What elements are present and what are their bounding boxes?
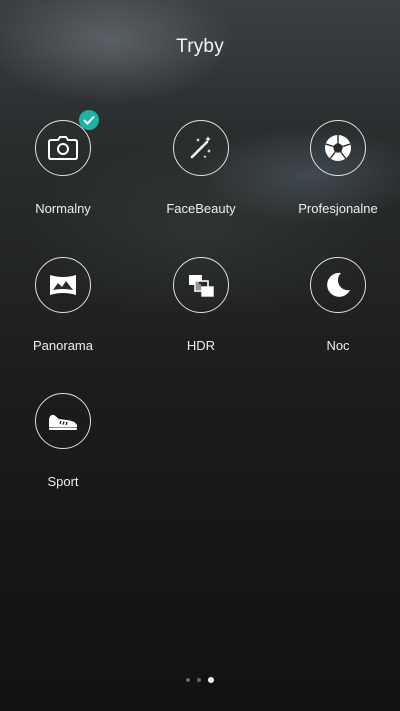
mode-facebeauty-button[interactable] — [173, 120, 229, 176]
mode-label: HDR — [186, 338, 216, 353]
mode-label: Noc — [326, 338, 350, 353]
mode-hdr-button[interactable] — [173, 257, 229, 313]
mode-panorama[interactable]: Panorama — [3, 257, 123, 367]
mode-label: Normalny — [35, 201, 91, 216]
mode-sport-button[interactable] — [35, 393, 91, 449]
mode-profesjonalne[interactable]: Profesjonalne — [278, 120, 398, 230]
moon-icon — [327, 272, 350, 297]
page-title: Tryby — [176, 36, 224, 57]
mode-noc[interactable]: Noc — [278, 257, 398, 367]
mode-normalny[interactable]: Normalny — [3, 110, 123, 230]
mode-label: Panorama — [33, 338, 93, 353]
page-indicator — [0, 677, 400, 683]
page-dot-active[interactable] — [208, 677, 214, 683]
aperture-icon — [325, 135, 351, 161]
magic-wand-icon — [190, 136, 211, 159]
hdr-icon — [189, 275, 214, 297]
mode-panorama-button[interactable] — [35, 257, 91, 313]
selected-check-icon — [79, 110, 99, 130]
mode-label: FaceBeauty — [166, 201, 236, 216]
mode-label: Profesjonalne — [298, 201, 378, 216]
mode-facebeauty[interactable]: FaceBeauty — [141, 120, 261, 230]
panorama-icon — [50, 275, 76, 295]
mode-profesjonalne-button[interactable] — [310, 120, 366, 176]
page-dot[interactable] — [186, 678, 190, 682]
sneaker-icon — [49, 414, 77, 430]
mode-label: Sport — [47, 474, 79, 489]
mode-hdr[interactable]: HDR — [141, 257, 261, 367]
camera-icon — [48, 136, 78, 160]
mode-noc-button[interactable] — [310, 257, 366, 313]
mode-sport[interactable]: Sport — [3, 393, 123, 503]
page-dot[interactable] — [197, 678, 201, 682]
